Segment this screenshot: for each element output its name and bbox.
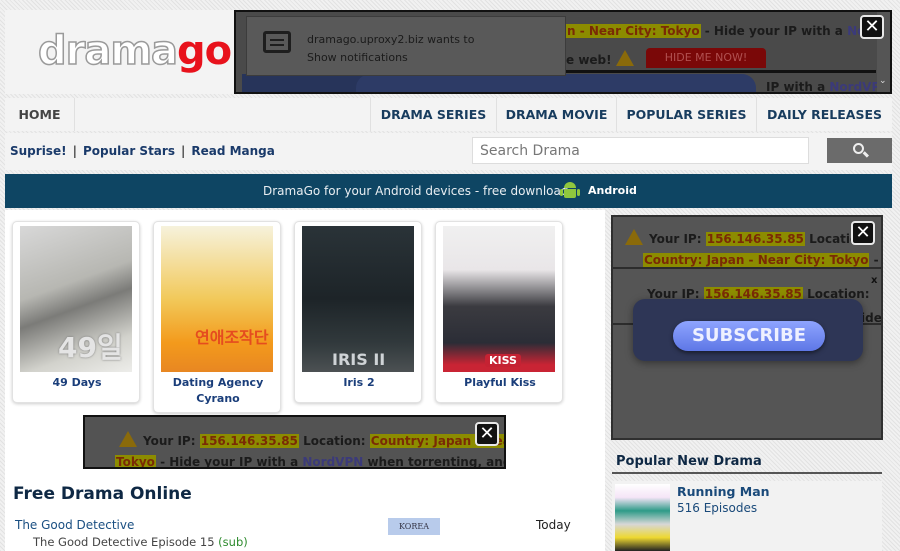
subscribe-button[interactable]: SUBSCRIBE [673,321,825,351]
running-man-thumbnail[interactable] [615,484,670,551]
episode-count: 516 Episodes [677,501,758,515]
android-icon [560,182,580,200]
release-date: Today [536,518,571,532]
top-ad-banner[interactable]: dramago.uproxy2.biz wants to Show notifi… [234,10,892,94]
episode-link[interactable]: The Good Detective Episode 15 (sub) [33,535,248,549]
warning-icon [625,229,643,245]
popular-drama-title[interactable]: Running Man [677,484,770,499]
popular-list-item[interactable]: Running Man 516 Episodes [612,481,882,551]
featured-title[interactable]: 49 Days [13,375,141,391]
link-popular-stars[interactable]: Popular Stars [83,144,175,158]
sidebar-ad-block: Your IP: 156.146.35.85 Locatio Country: … [613,217,881,269]
chat-bubble-icon [263,31,291,53]
section-divider [612,472,882,474]
quick-links: Suprise! | Popular Stars | Read Manga [10,144,275,158]
scroll-down-icon[interactable]: ⌄ [879,76,887,86]
link-suprise[interactable]: Suprise! [10,144,67,158]
poster-dating-agency-cyrano[interactable]: 연애조작단 [161,226,273,372]
mid-ad-vpn-line: Tokyo - Hide your IP with a NordVPN when… [115,455,506,469]
sub-tag: (sub) [218,535,248,549]
link-read-manga[interactable]: Read Manga [191,144,275,158]
nav-daily-releases[interactable]: DAILY RELEASES [757,98,892,131]
poster-playful-kiss[interactable]: KISS [443,226,555,372]
featured-card[interactable]: 49일 49 Days [12,221,140,403]
notification-prompt[interactable]: dramago.uproxy2.biz wants to Show notifi… [246,16,566,76]
close-sidebar-ad-button[interactable]: ✕ [851,221,875,245]
ip-address: 156.146.35.85 [199,434,299,448]
mid-ad-ip-line: Your IP: 156.146.35.85 Location: Country… [115,431,504,448]
country-badge: KOREA [388,518,440,535]
search-button[interactable] [827,138,892,163]
logo-go-text: go [177,28,232,74]
poster-49-days[interactable]: 49일 [20,226,132,372]
nav-drama-series[interactable]: DRAMA SERIES [370,98,497,131]
nav-home[interactable]: HOME [5,98,75,131]
featured-title[interactable]: Dating Agency Cyrano [154,375,282,407]
drama-title-link[interactable]: The Good Detective [15,518,134,532]
search-drama-input[interactable] [472,137,809,164]
link-separator: | [72,144,77,158]
ip-address: 156.146.35.85 [705,232,805,246]
ad-divider [566,70,876,73]
hide-me-now-button[interactable]: HIDE ME NOW! [646,48,766,68]
featured-title[interactable]: Iris 2 [295,375,423,391]
ad-blue-pill [356,74,756,92]
featured-card[interactable]: KISS Playful Kiss [435,221,563,403]
featured-card[interactable]: IRIS II Iris 2 [294,221,422,403]
link-separator: | [180,144,186,158]
nordvpn-link[interactable]: NordVPN [302,455,363,467]
nav-drama-movie[interactable]: DRAMA MOVIE [497,98,617,131]
android-promo-banner[interactable]: DramaGo for your Android devices - free … [5,174,892,208]
poster-iris-2[interactable]: IRIS II [302,226,414,372]
close-top-ad-button[interactable]: ✕ [860,15,884,39]
location-value: Country: Japan - Near City: Tokyo [643,253,870,267]
close-small-icon[interactable]: x [871,275,877,286]
android-label: Android [588,184,637,197]
notification-message: Show notifications [307,51,408,64]
notification-origin: dramago.uproxy2.biz wants to [307,33,475,46]
close-mid-ad-button[interactable]: ✕ [475,422,499,446]
sub-nav-bar: Suprise! | Popular Stars | Read Manga [5,133,892,170]
logo-drama-text: drama [37,27,179,75]
main-nav: HOME DRAMA SERIES DRAMA MOVIE POPULAR SE… [5,98,892,131]
ad-blue-strip [242,74,372,92]
android-promo-text: DramaGo for your Android devices - free … [263,184,569,198]
ad-location-highlight: n - Near City: Tokyo [566,24,701,38]
popular-new-drama-heading: Popular New Drama [616,454,762,469]
ad-web-line: e web! [566,50,640,67]
section-title-free-drama: Free Drama Online [13,484,192,504]
subscribe-popup: SUBSCRIBE [633,299,863,361]
warning-icon [119,431,137,447]
featured-title[interactable]: Playful Kiss [436,375,564,391]
ad-ip-line-2: IP with a NordVPN [766,80,891,94]
nav-popular-series[interactable]: POPULAR SERIES [617,98,757,131]
mid-ad-banner[interactable]: Your IP: 156.146.35.85 Location: Country… [83,415,506,469]
featured-card[interactable]: 연애조작단 Dating Agency Cyrano [153,221,281,413]
sidebar-ad[interactable]: Your IP: 156.146.35.85 Locatio Country: … [611,215,883,440]
ad-ip-warning-line: n - Near City: Tokyo - Hide your IP with… [566,24,890,38]
site-logo[interactable]: dramago [37,26,232,76]
warning-icon [615,50,634,66]
